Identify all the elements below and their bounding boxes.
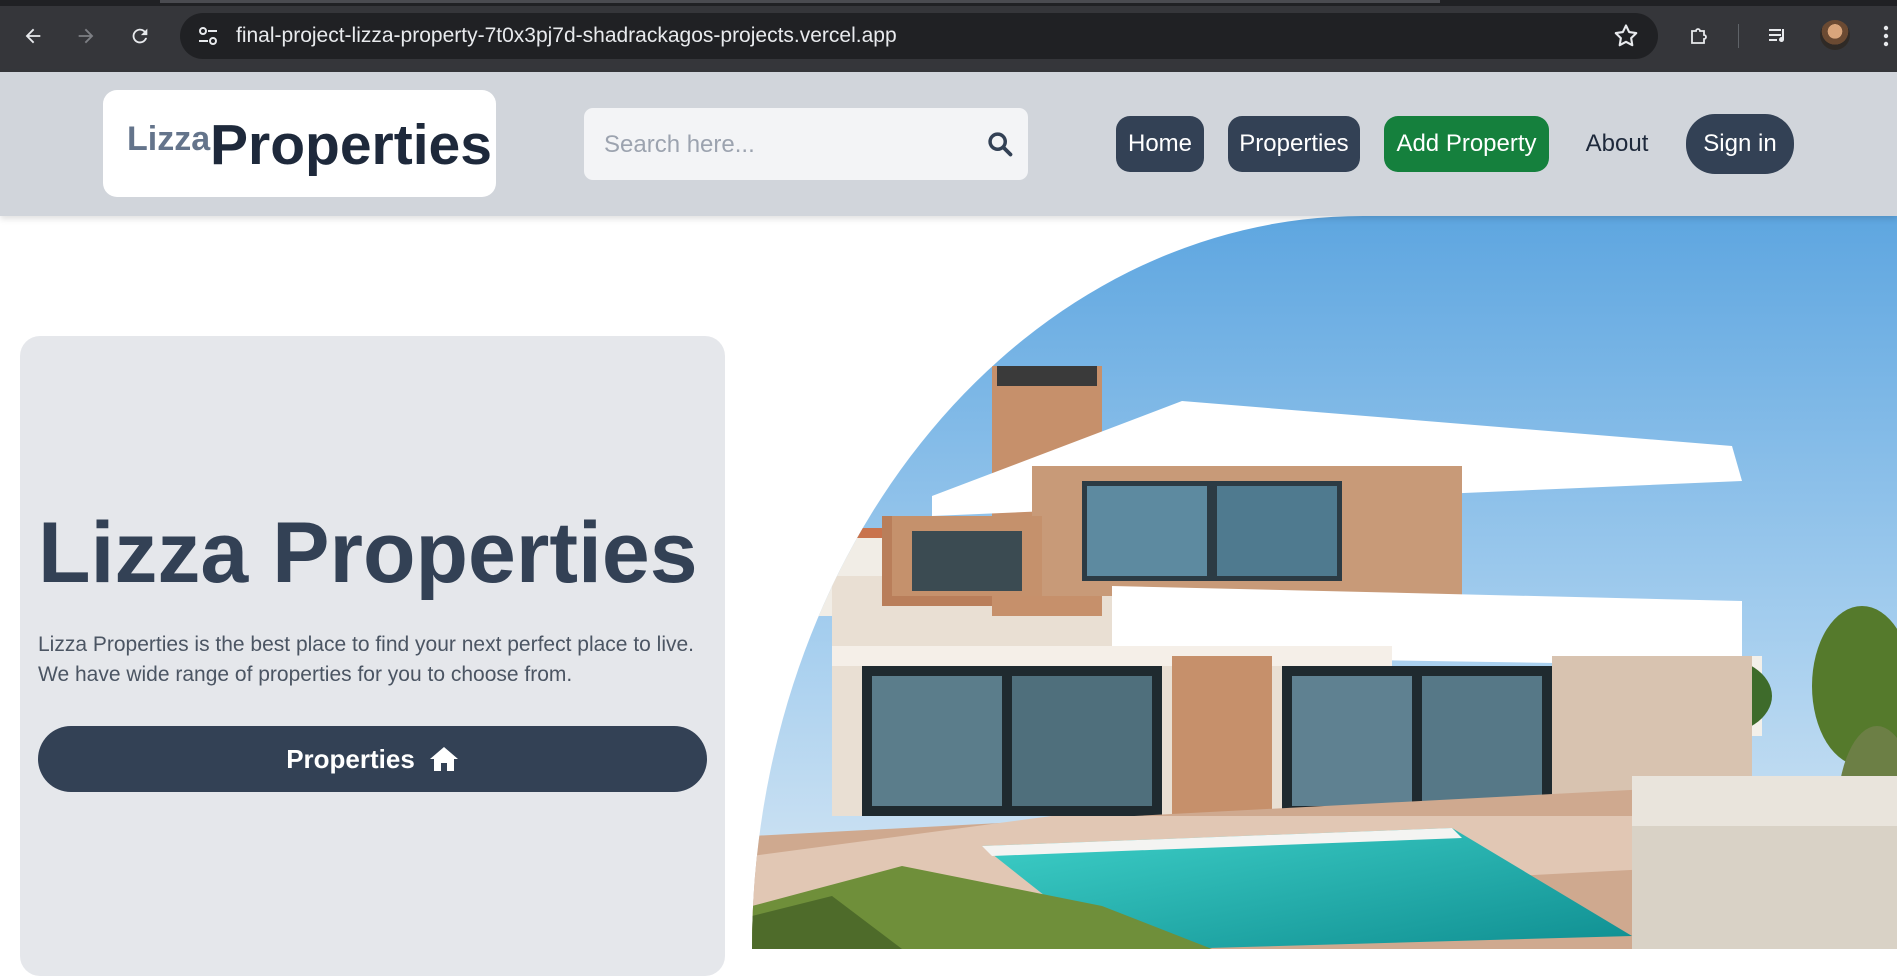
extensions-button[interactable]: [1686, 22, 1714, 50]
kebab-menu-icon: [1883, 25, 1889, 47]
active-tab-indicator: [160, 0, 1440, 3]
search-icon[interactable]: [986, 130, 1014, 158]
hero-description-line2: We have wide range of properties for you…: [38, 663, 573, 686]
star-icon[interactable]: [1612, 22, 1640, 50]
puzzle-icon: [1691, 28, 1707, 44]
nav-home-button[interactable]: Home: [1116, 116, 1204, 172]
browser-toolbar: final-project-lizza-property-7t0x3pj7d-s…: [0, 0, 1897, 72]
site-header: Lizza Properties Home Properties Add Pro…: [0, 72, 1897, 216]
nav-properties-button[interactable]: Properties: [1228, 116, 1360, 172]
sign-in-button[interactable]: Sign in: [1686, 114, 1794, 174]
reload-icon: [132, 28, 148, 44]
logo-small-text: Lizza: [127, 120, 211, 158]
media-button[interactable]: [1764, 22, 1792, 50]
hero-image: [752, 216, 1897, 949]
tune-icon[interactable]: [194, 22, 222, 50]
hero-description-line1: Lizza Properties is the best place to fi…: [38, 633, 695, 656]
nav-about-link[interactable]: About: [1574, 116, 1660, 172]
arrow-right-icon: [78, 28, 94, 44]
browser-menu-button[interactable]: [1872, 22, 1897, 50]
arrow-left-icon: [25, 28, 41, 44]
hero-description: Lizza Properties is the best place to fi…: [38, 630, 718, 690]
search-input[interactable]: [602, 108, 976, 182]
hero-properties-button[interactable]: Properties: [38, 726, 707, 792]
hero-title: Lizza Properties: [38, 505, 698, 601]
hero-button-label: Properties: [286, 743, 415, 774]
site-logo[interactable]: Lizza Properties: [103, 90, 496, 197]
add-property-button[interactable]: Add Property: [1384, 116, 1549, 172]
hero-card: Lizza Properties Lizza Properties is the…: [20, 336, 725, 976]
reload-button[interactable]: [126, 22, 154, 50]
address-bar[interactable]: final-project-lizza-property-7t0x3pj7d-s…: [180, 13, 1658, 59]
profile-avatar[interactable]: [1820, 20, 1850, 50]
search-box: [584, 108, 1028, 182]
logo-large-text: Properties: [210, 113, 492, 177]
home-icon: [429, 747, 458, 771]
url-text[interactable]: final-project-lizza-property-7t0x3pj7d-s…: [236, 13, 897, 59]
media-queue-icon: [1769, 29, 1785, 43]
tab-strip: [0, 0, 1897, 6]
toolbar-divider: [1738, 24, 1739, 48]
forward-button[interactable]: [72, 22, 100, 50]
back-button[interactable]: [19, 22, 47, 50]
